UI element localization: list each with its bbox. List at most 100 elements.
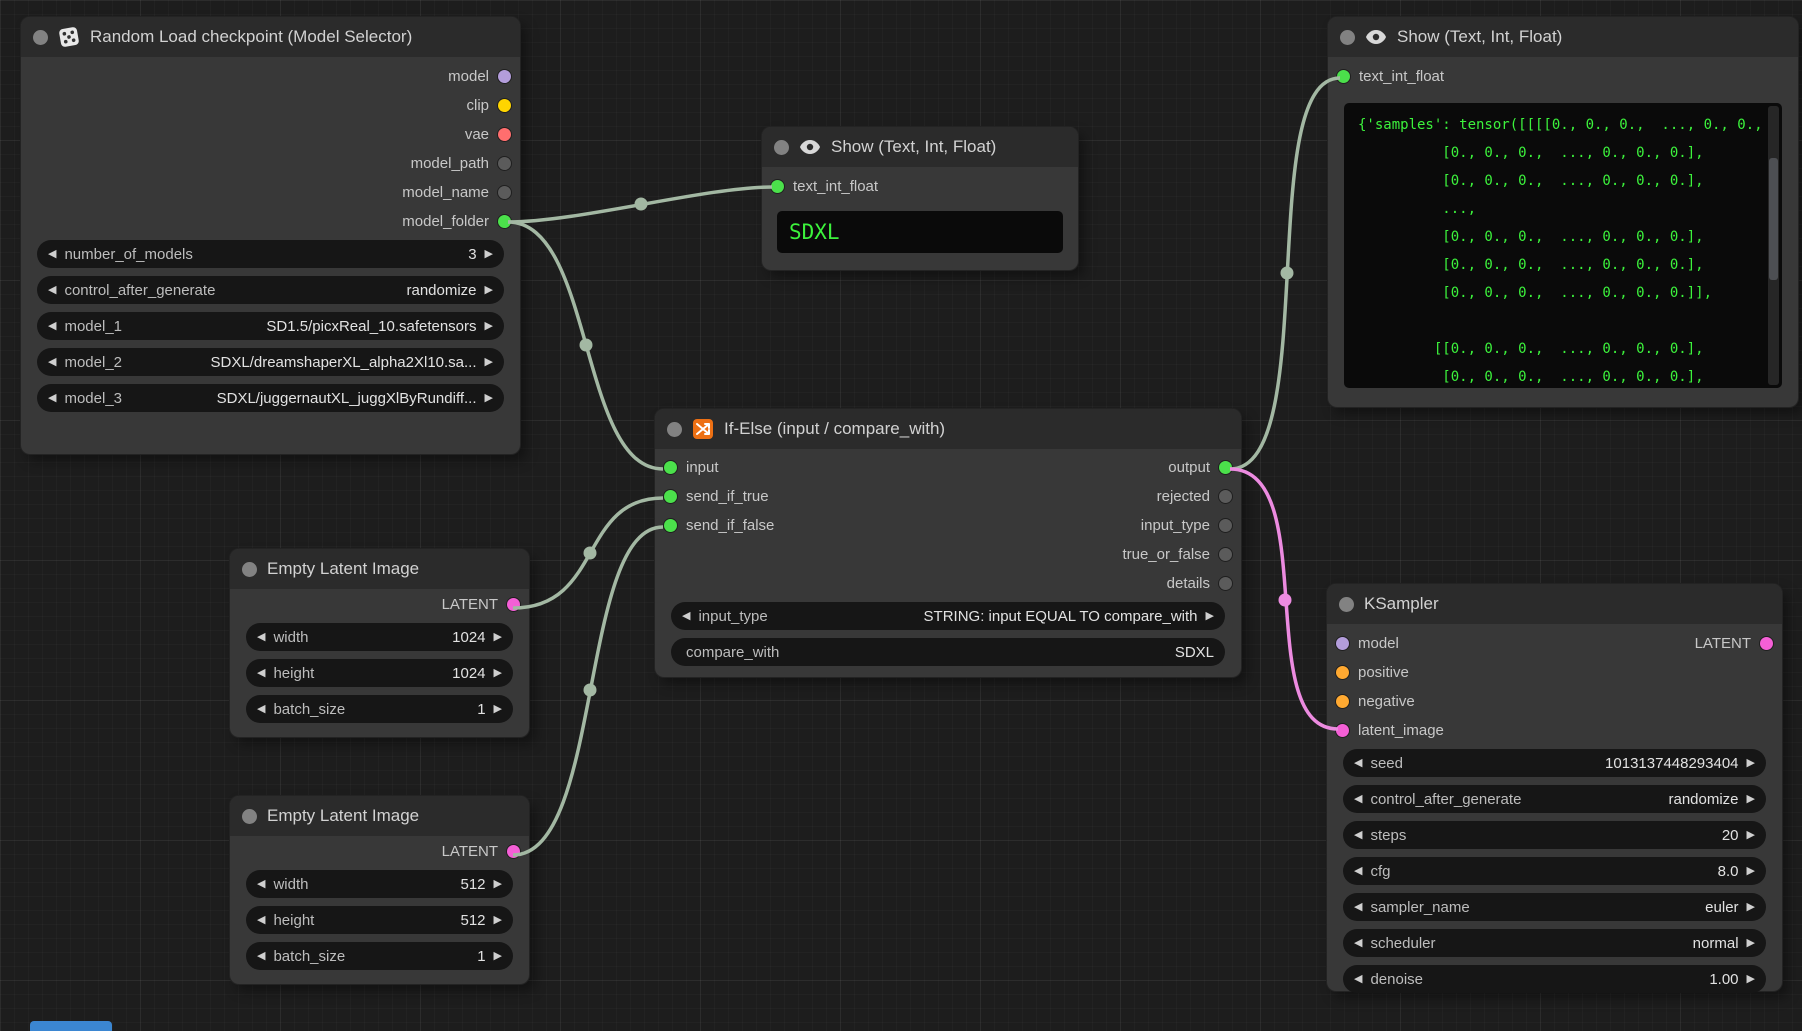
widget-seed[interactable]: ◀ seed 1013137448293404 ▶ [1343,749,1766,777]
port-dot[interactable] [771,180,784,193]
decrement-arrow-icon[interactable]: ◀ [257,951,265,962]
increment-arrow-icon[interactable]: ▶ [1747,938,1755,949]
node-empty-latent-1024[interactable]: Empty Latent Image LATENT ◀ width 1024 ▶… [230,549,529,737]
collapse-dot[interactable] [1340,30,1355,45]
port-dot[interactable] [1336,724,1349,737]
port-dot[interactable] [498,99,511,112]
increment-arrow-icon[interactable]: ▶ [485,249,493,260]
tensor-display[interactable]: {'samples': tensor([[[[0., 0., 0., ..., … [1344,103,1782,388]
widget-scheduler[interactable]: ◀ scheduler normal ▶ [1343,929,1766,957]
node-titlebar[interactable]: Random Load checkpoint (Model Selector) [21,17,520,57]
decrement-arrow-icon[interactable]: ◀ [48,285,56,296]
port-dot[interactable] [1219,461,1232,474]
widget-model-2[interactable]: ◀ model_2 SDXL/dreamshaperXL_alpha2Xl10.… [37,348,504,376]
comfyui-canvas[interactable]: { "icons": { "arrow_left": "\u25C0", "ar… [0,0,1802,1031]
port-dot[interactable] [498,215,511,228]
increment-arrow-icon[interactable]: ▶ [485,393,493,404]
offscreen-node-fragment[interactable] [30,1021,112,1031]
node-titlebar[interactable]: Empty Latent Image [230,549,529,589]
widget-sampler-name[interactable]: ◀ sampler_name euler ▶ [1343,893,1766,921]
port-dot[interactable] [1337,70,1350,83]
decrement-arrow-icon[interactable]: ◀ [48,357,56,368]
increment-arrow-icon[interactable]: ▶ [1747,830,1755,841]
widget-control-after-generate[interactable]: ◀ control_after_generate randomize ▶ [1343,785,1766,813]
node-show-text-small[interactable]: Show (Text, Int, Float) text_int_float S… [762,127,1078,270]
decrement-arrow-icon[interactable]: ◀ [257,632,265,643]
increment-arrow-icon[interactable]: ▶ [494,704,502,715]
increment-arrow-icon[interactable]: ▶ [1747,974,1755,985]
node-titlebar[interactable]: If-Else (input / compare_with) [655,409,1241,449]
decrement-arrow-icon[interactable]: ◀ [1354,902,1362,913]
increment-arrow-icon[interactable]: ▶ [485,357,493,368]
decrement-arrow-icon[interactable]: ◀ [48,393,56,404]
decrement-arrow-icon[interactable]: ◀ [1354,866,1362,877]
increment-arrow-icon[interactable]: ▶ [494,915,502,926]
widget-batch-size[interactable]: ◀ batch_size 1 ▶ [246,695,513,723]
widget-model-1[interactable]: ◀ model_1 SD1.5/picxReal_10.safetensors … [37,312,504,340]
decrement-arrow-icon[interactable]: ◀ [257,879,265,890]
port-dot[interactable] [1219,548,1232,561]
node-show-text-large[interactable]: Show (Text, Int, Float) text_int_float {… [1328,17,1798,407]
increment-arrow-icon[interactable]: ▶ [494,951,502,962]
port-dot[interactable] [1336,637,1349,650]
collapse-dot[interactable] [1339,597,1354,612]
widget-number-of-models[interactable]: ◀ number_of_models 3 ▶ [37,240,504,268]
widget-control-after-generate[interactable]: ◀ control_after_generate randomize ▶ [37,276,504,304]
port-dot[interactable] [664,490,677,503]
increment-arrow-icon[interactable]: ▶ [494,879,502,890]
decrement-arrow-icon[interactable]: ◀ [1354,974,1362,985]
decrement-arrow-icon[interactable]: ◀ [1354,938,1362,949]
port-dot[interactable] [498,128,511,141]
widget-height[interactable]: ◀ height 1024 ▶ [246,659,513,687]
port-dot[interactable] [498,70,511,83]
increment-arrow-icon[interactable]: ▶ [1206,611,1214,622]
widget-input-type[interactable]: ◀ input_type STRING: input EQUAL TO comp… [671,602,1225,630]
increment-arrow-icon[interactable]: ▶ [485,285,493,296]
increment-arrow-icon[interactable]: ▶ [1747,794,1755,805]
node-ksampler[interactable]: KSampler model LATENT positive negative … [1327,584,1782,991]
decrement-arrow-icon[interactable]: ◀ [682,611,690,622]
node-titlebar[interactable]: Show (Text, Int, Float) [762,127,1078,167]
increment-arrow-icon[interactable]: ▶ [1747,902,1755,913]
port-dot[interactable] [1219,490,1232,503]
node-titlebar[interactable]: KSampler [1327,584,1782,624]
port-dot[interactable] [1336,695,1349,708]
increment-arrow-icon[interactable]: ▶ [1747,758,1755,769]
port-dot[interactable] [664,519,677,532]
widget-cfg[interactable]: ◀ cfg 8.0 ▶ [1343,857,1766,885]
widget-width[interactable]: ◀ width 512 ▶ [246,870,513,898]
widget-width[interactable]: ◀ width 1024 ▶ [246,623,513,651]
port-dot[interactable] [507,598,520,611]
decrement-arrow-icon[interactable]: ◀ [48,249,56,260]
port-dot[interactable] [1336,666,1349,679]
node-titlebar[interactable]: Show (Text, Int, Float) [1328,17,1798,57]
decrement-arrow-icon[interactable]: ◀ [257,668,265,679]
decrement-arrow-icon[interactable]: ◀ [257,915,265,926]
widget-compare-with[interactable]: compare_with SDXL [671,638,1225,666]
collapse-dot[interactable] [774,140,789,155]
decrement-arrow-icon[interactable]: ◀ [257,704,265,715]
node-empty-latent-512[interactable]: Empty Latent Image LATENT ◀ width 512 ▶ … [230,796,529,984]
widget-denoise[interactable]: ◀ denoise 1.00 ▶ [1343,965,1766,993]
widget-batch-size[interactable]: ◀ batch_size 1 ▶ [246,942,513,970]
port-dot[interactable] [507,845,520,858]
port-dot[interactable] [498,157,511,170]
collapse-dot[interactable] [33,30,48,45]
increment-arrow-icon[interactable]: ▶ [494,632,502,643]
increment-arrow-icon[interactable]: ▶ [1747,866,1755,877]
collapse-dot[interactable] [667,422,682,437]
increment-arrow-icon[interactable]: ▶ [494,668,502,679]
node-random-load-checkpoint[interactable]: Random Load checkpoint (Model Selector) … [21,17,520,454]
decrement-arrow-icon[interactable]: ◀ [1354,758,1362,769]
collapse-dot[interactable] [242,562,257,577]
widget-height[interactable]: ◀ height 512 ▶ [246,906,513,934]
decrement-arrow-icon[interactable]: ◀ [48,321,56,332]
port-dot[interactable] [498,186,511,199]
collapse-dot[interactable] [242,809,257,824]
node-titlebar[interactable]: Empty Latent Image [230,796,529,836]
decrement-arrow-icon[interactable]: ◀ [1354,794,1362,805]
node-if-else[interactable]: If-Else (input / compare_with) input sen… [655,409,1241,677]
port-dot[interactable] [1760,637,1773,650]
scrollbar-thumb[interactable] [1769,158,1778,280]
decrement-arrow-icon[interactable]: ◀ [1354,830,1362,841]
